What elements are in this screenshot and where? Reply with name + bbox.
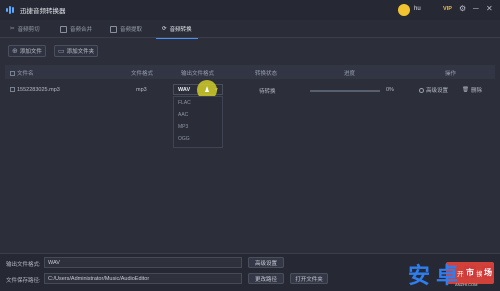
filename-text: 1552283025.mp3: [17, 87, 60, 93]
delete-label: 删除: [470, 88, 482, 94]
table-row: 1552283025.mp3 mp3 WAV ▼ 待转换 0% 高级设置 🗑 删…: [5, 82, 495, 98]
add-folder-button[interactable]: ▭ 添加文件夹: [54, 45, 99, 57]
select-all-checkbox[interactable]: [10, 71, 15, 77]
format-dropdown-list: FLAC AAC MP3 OGG: [173, 96, 223, 148]
advanced-settings-button[interactable]: 高级设置: [419, 86, 448, 94]
app-logo-icon: [6, 6, 16, 14]
folder-icon: ▭: [58, 47, 65, 55]
tab-label: 音频合并: [70, 27, 93, 33]
watermark-badge-2: 场: [482, 266, 494, 278]
change-path-button[interactable]: 更改路径: [248, 273, 284, 284]
settings-icon[interactable]: ⚙: [459, 5, 466, 13]
save-path-label: 文件保存路径:: [6, 278, 41, 284]
avatar[interactable]: [398, 4, 410, 16]
minimize-icon[interactable]: ─: [473, 5, 479, 13]
merge-icon: [60, 25, 67, 33]
header-status: 转换状态: [255, 71, 278, 77]
progress-bar: [310, 90, 380, 92]
bottom-advanced-settings-button[interactable]: 高级设置: [248, 257, 284, 268]
header-format: 文件格式: [131, 71, 154, 77]
dropdown-option-ogg[interactable]: OGG: [178, 136, 190, 142]
dropdown-option-aac[interactable]: AAC: [178, 112, 188, 118]
save-path-value: C:/Users/Administrator/Music/AudioEditor: [48, 275, 150, 282]
delete-button[interactable]: 🗑 删除: [462, 86, 482, 94]
add-file-label: 添加文件: [19, 49, 42, 55]
app-title: 迅捷音频转换器: [20, 8, 66, 15]
output-format-value: WAV: [178, 86, 191, 93]
tab-label: 音频剪切: [17, 27, 40, 33]
vip-badge[interactable]: VIP: [443, 6, 452, 12]
tab-label: 音频转换: [169, 27, 192, 33]
scissors-icon: ✂: [10, 26, 15, 32]
refresh-icon: ⟳: [162, 26, 167, 32]
row-progress-text: 0%: [386, 87, 394, 93]
header-actions: 操作: [445, 71, 457, 77]
dropdown-option-flac[interactable]: FLAC: [178, 100, 191, 106]
title-bar: 迅捷音频转换器: [0, 0, 500, 20]
tab-audio-convert[interactable]: ⟳ 音频转换: [156, 20, 198, 39]
header-output-format: 输出文件格式: [181, 71, 215, 77]
add-file-button[interactable]: ⊕ 添加文件: [8, 45, 46, 57]
output-format-field[interactable]: WAV: [44, 257, 242, 268]
open-folder-button[interactable]: 打开文件夹: [290, 273, 328, 284]
watermark-badge-1: 市: [464, 266, 476, 278]
toolbar: ⊕ 添加文件 ▭ 添加文件夹: [0, 40, 500, 62]
header-filename-label: 文件名: [17, 71, 34, 77]
close-icon[interactable]: ✕: [486, 5, 493, 13]
row-status: 待转换: [259, 89, 276, 95]
extract-icon: [110, 25, 117, 33]
tab-audio-cut[interactable]: ✂ 音频剪切: [10, 20, 40, 38]
table-header: 文件名 文件格式 输出文件格式 转换状态 进度 操作: [5, 65, 495, 79]
tab-bar: ✂ 音频剪切 音频合并 音频提取 ⟳ 音频转换: [0, 20, 500, 39]
trash-icon: 🗑: [462, 87, 469, 93]
advanced-settings-label: 高级设置: [426, 88, 449, 94]
tab-audio-merge[interactable]: 音频合并: [60, 20, 92, 38]
row-format: mp3: [136, 87, 147, 93]
save-path-field[interactable]: C:/Users/Administrator/Music/AudioEditor: [44, 273, 242, 284]
plus-circle-icon: ⊕: [12, 47, 18, 55]
username[interactable]: hu: [414, 6, 421, 12]
add-folder-label: 添加文件夹: [66, 49, 95, 55]
output-format-field-value: WAV: [48, 259, 60, 266]
header-progress: 进度: [344, 71, 356, 77]
watermark-sub: ANZHI.COM: [455, 282, 478, 287]
settings-circle-icon: [419, 87, 424, 93]
tab-audio-extract[interactable]: 音频提取: [110, 20, 142, 38]
output-format-label: 输出文件格式:: [6, 262, 41, 268]
row-checkbox[interactable]: [10, 87, 15, 93]
dropdown-option-mp3[interactable]: MP3: [178, 124, 188, 130]
header-filename: 文件名: [10, 69, 34, 77]
tab-label: 音频提取: [120, 27, 143, 33]
row-filename: 1552283025.mp3: [10, 87, 60, 93]
